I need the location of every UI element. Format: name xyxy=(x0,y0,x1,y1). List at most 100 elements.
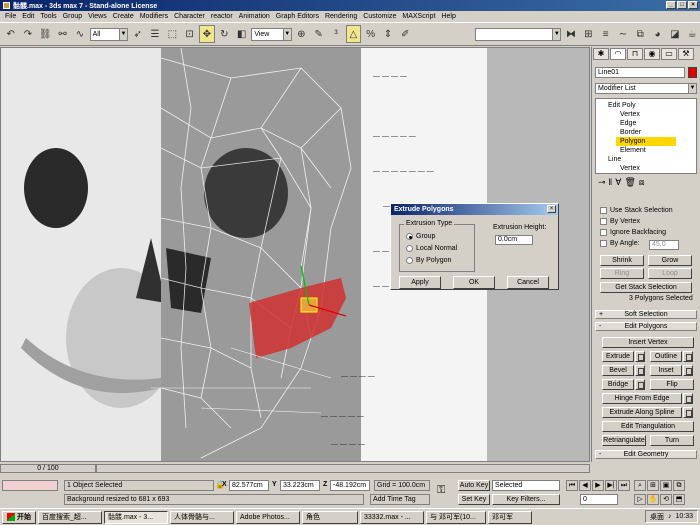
quick-render-icon[interactable]: ☕ xyxy=(685,25,700,43)
schematic-view-icon[interactable]: ⧉ xyxy=(633,25,648,43)
menu-help[interactable]: Help xyxy=(438,13,458,20)
curve-editor-icon[interactable]: ∼ xyxy=(615,25,630,43)
set-key-button[interactable]: Set Key xyxy=(458,494,490,505)
by-angle-checkbox[interactable]: By Angle: xyxy=(600,240,640,247)
play-icon[interactable]: ▶ xyxy=(592,480,604,491)
ring-button[interactable]: Ring xyxy=(600,268,644,279)
maxscript-listener-field[interactable] xyxy=(2,480,58,491)
outline-button[interactable]: Outline xyxy=(650,351,682,362)
menu-create[interactable]: Create xyxy=(110,13,137,20)
material-editor-icon[interactable]: ◕ xyxy=(650,25,665,43)
apply-button[interactable]: Apply xyxy=(399,276,441,289)
object-name-field[interactable]: Line01 xyxy=(595,67,685,78)
bridge-settings-button[interactable] xyxy=(635,379,645,390)
mirror-icon[interactable]: ⧓ xyxy=(563,25,578,43)
add-time-tag[interactable]: Add Time Tag xyxy=(370,494,430,505)
menu-file[interactable]: File xyxy=(2,13,19,20)
remove-modifier-icon[interactable]: 🗑 xyxy=(624,177,635,191)
start-button[interactable]: 开始 xyxy=(2,510,36,524)
track-bar[interactable] xyxy=(96,464,590,473)
radio-group[interactable]: Group xyxy=(406,233,435,240)
menu-character[interactable]: Character xyxy=(171,13,208,20)
menu-customize[interactable]: Customize xyxy=(360,13,399,20)
modify-tab-icon[interactable]: ◠ xyxy=(610,48,626,60)
stack-item-polygon[interactable]: Polygon xyxy=(616,137,676,146)
by-vertex-checkbox[interactable]: By Vertex xyxy=(600,218,640,225)
turn-button[interactable]: Turn xyxy=(650,435,694,446)
menu-rendering[interactable]: Rendering xyxy=(322,13,360,20)
grow-button[interactable]: Grow xyxy=(648,255,692,266)
ime-indicator[interactable]: 桌面 xyxy=(650,512,664,522)
task-character[interactable]: 角色 xyxy=(302,510,358,524)
configure-sets-icon[interactable]: ⧈ xyxy=(639,177,645,191)
edit-named-selection-icon[interactable]: ✐ xyxy=(398,25,413,43)
previous-frame-icon[interactable]: ◀ xyxy=(579,480,591,491)
rectangle-selection-icon[interactable]: ⬚ xyxy=(165,25,180,43)
align-icon[interactable]: ⊞ xyxy=(581,25,596,43)
hinge-from-edge-button[interactable]: Hinge From Edge xyxy=(602,393,682,404)
layer-manager-icon[interactable]: ≡ xyxy=(598,25,613,43)
field-of-view-icon[interactable]: ▷ xyxy=(634,494,646,505)
current-frame-input[interactable]: 0 xyxy=(580,494,618,505)
flip-button[interactable]: Flip xyxy=(650,379,694,390)
by-angle-spinner[interactable]: 45.0 xyxy=(649,240,679,250)
bridge-button[interactable]: Bridge xyxy=(602,379,634,390)
stack-item-edit-poly[interactable]: Edit Poly xyxy=(608,101,636,110)
stack-item-element[interactable]: Element xyxy=(620,146,646,155)
pivot-center-icon[interactable]: ⊕ xyxy=(294,25,309,43)
make-unique-icon[interactable]: ∀ xyxy=(615,177,621,191)
task-contact[interactable]: 邓可军 xyxy=(488,510,532,524)
render-scene-icon[interactable]: ◪ xyxy=(667,25,682,43)
spinner-snap-icon[interactable]: ⇕ xyxy=(380,25,395,43)
inset-button[interactable]: Inset xyxy=(650,365,682,376)
zoom-extents-icon[interactable]: ▣ xyxy=(660,480,672,491)
pin-stack-icon[interactable]: ⊸ xyxy=(598,177,606,191)
zoom-extents-all-icon[interactable]: ⧉ xyxy=(673,480,685,491)
key-icon[interactable]: ⚿ xyxy=(437,484,445,497)
edit-polygons-rollout[interactable]: - Edit Polygons xyxy=(595,322,697,331)
ok-button[interactable]: OK xyxy=(453,276,495,289)
bind-space-warp-icon[interactable]: ∿ xyxy=(72,25,87,43)
radio-by-polygon[interactable]: By Polygon xyxy=(406,257,451,264)
snap-3d-icon[interactable]: ³ xyxy=(328,25,343,43)
utilities-tab-icon[interactable]: ⚒ xyxy=(678,48,694,60)
undo-icon[interactable]: ↶ xyxy=(3,25,18,43)
create-tab-icon[interactable]: ✱ xyxy=(593,48,609,60)
reference-coordinate-dropdown[interactable]: View ▼ xyxy=(251,27,292,41)
menu-modifiers[interactable]: Modifiers xyxy=(137,13,171,20)
radio-local-normal[interactable]: Local Normal xyxy=(406,245,457,252)
motion-tab-icon[interactable]: ◉ xyxy=(644,48,660,60)
ignore-backfacing-checkbox[interactable]: Ignore Backfacing xyxy=(600,229,666,236)
z-coordinate-input[interactable]: -48.192cm xyxy=(330,480,370,491)
select-rotate-icon[interactable]: ↻ xyxy=(217,25,232,43)
task-photoshop[interactable]: Adobe Photos... xyxy=(236,510,300,524)
extrusion-height-input[interactable]: 0.0cm xyxy=(495,235,533,245)
show-end-result-icon[interactable]: ‖ xyxy=(609,177,613,191)
cancel-button[interactable]: Cancel xyxy=(507,276,549,289)
extrude-spline-settings-button[interactable] xyxy=(683,407,693,418)
modifier-list-dropdown[interactable]: Modifier List ▼ xyxy=(595,83,697,94)
bevel-settings-button[interactable] xyxy=(635,365,645,376)
y-coordinate-input[interactable]: 33.223cm xyxy=(280,480,320,491)
auto-key-button[interactable]: Auto Key xyxy=(458,480,490,491)
time-slider[interactable]: 0 / 100 xyxy=(0,464,96,473)
menu-edit[interactable]: Edit xyxy=(19,13,37,20)
go-to-start-icon[interactable]: ⏮ xyxy=(566,480,578,491)
maximize-viewport-icon[interactable]: ⬒ xyxy=(673,494,685,505)
task-anatomy[interactable]: 人体骨骼与... xyxy=(170,510,234,524)
use-stack-selection-checkbox[interactable]: Use Stack Selection xyxy=(600,207,673,214)
arc-rotate-icon[interactable]: ⟲ xyxy=(660,494,672,505)
menu-tools[interactable]: Tools xyxy=(37,13,59,20)
stack-item-edge[interactable]: Edge xyxy=(620,119,636,128)
task-3dsmax-33332[interactable]: 33332.max - ... xyxy=(360,510,424,524)
soft-selection-rollout[interactable]: + Soft Selection xyxy=(595,310,697,319)
select-by-name-icon[interactable]: ☰ xyxy=(147,25,162,43)
menu-animation[interactable]: Animation xyxy=(236,13,273,20)
stack-item-line-vertex[interactable]: Vertex xyxy=(620,164,640,173)
display-tab-icon[interactable]: ▭ xyxy=(661,48,677,60)
edit-triangulation-button[interactable]: Edit Triangulation xyxy=(602,421,694,432)
extrude-button[interactable]: Extrude xyxy=(602,351,634,362)
task-3dsmax-skull[interactable]: 骷髅.max - 3... xyxy=(104,510,168,524)
next-frame-icon[interactable]: ▶| xyxy=(605,480,617,491)
angle-snap-icon[interactable]: △ xyxy=(345,25,362,43)
